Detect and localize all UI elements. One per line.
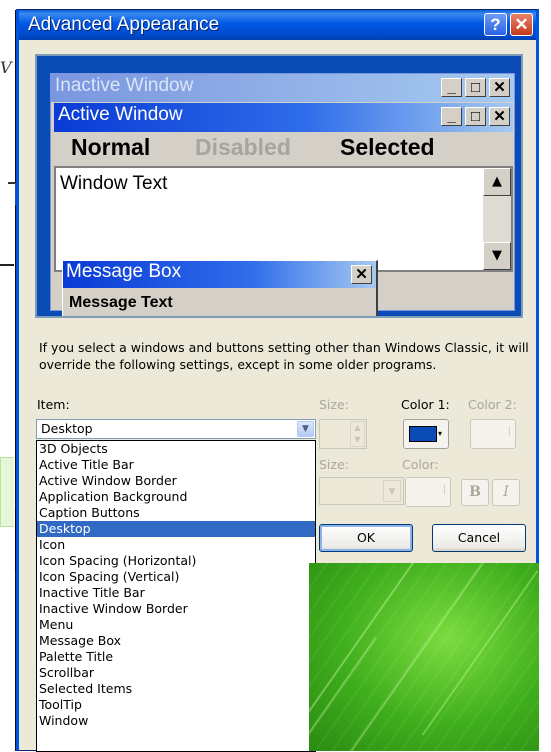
advanced-appearance-dialog: Advanced Appearance ? ✕ Inactive Window … (16, 9, 539, 752)
background-panel (0, 457, 14, 527)
font-color-label: Color: (402, 457, 439, 472)
spinner-arrows-icon[interactable]: ▲ ▼ (350, 421, 365, 447)
scroll-up-icon[interactable]: ▲ (483, 168, 511, 196)
list-item[interactable]: Scrollbar (37, 665, 315, 681)
maximize-icon[interactable]: □ (465, 107, 486, 126)
list-item[interactable]: 3D Objects (37, 441, 315, 457)
font-color-picker[interactable]: | (405, 477, 451, 507)
minimize-icon[interactable]: _ (441, 78, 462, 97)
close-icon[interactable]: ✕ (489, 78, 510, 97)
list-item[interactable]: Message Box (37, 633, 315, 649)
list-item[interactable]: Active Window Border (37, 473, 315, 489)
close-button[interactable]: ✕ (510, 13, 533, 36)
desktop-wallpaper (309, 563, 539, 751)
color2-picker[interactable]: | (470, 419, 516, 449)
list-item[interactable]: Inactive Window Border (37, 601, 315, 617)
preview-inactive-title-bar[interactable]: Inactive Window _ □ ✕ (51, 74, 514, 102)
help-icon: ? (490, 15, 501, 34)
list-item[interactable]: Window (37, 713, 315, 729)
color1-label: Color 1: (401, 397, 450, 412)
appearance-preview[interactable]: Inactive Window _ □ ✕ Active Window _ □ … (35, 54, 523, 318)
preview-window-text-area[interactable]: Window Text ▲ ▼ (54, 166, 513, 272)
preview-inactive-title: Inactive Window (55, 75, 194, 96)
help-button[interactable]: ? (484, 13, 507, 36)
ok-button[interactable]: OK (319, 524, 413, 552)
list-item[interactable]: Icon Spacing (Vertical) (37, 569, 315, 585)
list-item[interactable]: Selected Items (37, 681, 315, 697)
chevron-down-icon: | (442, 484, 446, 495)
list-item[interactable]: Icon (37, 537, 315, 553)
list-item[interactable]: Icon Spacing (Horizontal) (37, 553, 315, 569)
preview-menu-disabled[interactable]: Disabled (195, 134, 291, 161)
list-item[interactable]: Inactive Title Bar (37, 585, 315, 601)
preview-active-title-bar[interactable]: Active Window _ □ ✕ (54, 103, 513, 132)
color1-picker[interactable]: ▾ (403, 419, 449, 449)
bold-button[interactable]: B (461, 479, 489, 506)
item-size-label: Size: (319, 397, 349, 412)
list-item[interactable]: Active Title Bar (37, 457, 315, 473)
preview-menu-bar[interactable]: Normal Disabled Selected (54, 132, 513, 164)
preview-message-box-title-bar[interactable]: Message Box ✕ (63, 261, 376, 288)
list-item[interactable]: Application Background (37, 489, 315, 505)
chevron-down-icon[interactable]: ▼ (383, 480, 401, 502)
preview-message-text: Message Text (69, 294, 173, 311)
cancel-button[interactable]: Cancel (432, 524, 526, 552)
item-dropdown-value: Desktop (41, 421, 93, 436)
preview-window-text: Window Text (60, 173, 168, 194)
chevron-down-icon[interactable]: ▼ (297, 421, 314, 437)
info-text: If you select a windows and buttons sett… (39, 340, 529, 372)
font-size-dropdown[interactable]: ▼ (319, 477, 404, 505)
preview-scrollbar[interactable]: ▲ ▼ (483, 168, 511, 270)
item-dropdown[interactable]: Desktop ▼ (36, 419, 316, 439)
color2-label: Color 2: (468, 397, 517, 412)
font-size-label: Size: (319, 457, 349, 472)
chevron-down-icon: ▾ (438, 429, 443, 438)
close-icon: ✕ (514, 15, 529, 34)
list-item[interactable]: Menu (37, 617, 315, 633)
background-page-fragment: V (0, 58, 12, 77)
item-dropdown-list[interactable]: 3D Objects Active Title Bar Active Window … (36, 440, 316, 752)
preview-menu-normal[interactable]: Normal (71, 134, 150, 161)
maximize-icon[interactable]: □ (465, 78, 486, 97)
color1-swatch (409, 426, 437, 442)
close-icon[interactable]: ✕ (351, 265, 372, 284)
chevron-down-icon: | (507, 426, 511, 437)
dialog-title: Advanced Appearance (28, 14, 220, 35)
italic-button[interactable]: I (492, 479, 520, 506)
preview-active-title: Active Window (58, 104, 183, 125)
item-size-spinner[interactable]: ▲ ▼ (319, 419, 367, 449)
preview-message-box-title: Message Box (66, 261, 182, 282)
preview-menu-selected[interactable]: Selected (340, 134, 435, 161)
dialog-title-bar[interactable]: Advanced Appearance ? ✕ (19, 10, 536, 40)
list-item[interactable]: ToolTip (37, 697, 315, 713)
item-label: Item: (37, 397, 70, 412)
list-item[interactable]: Caption Buttons (37, 505, 315, 521)
preview-message-box[interactable]: Message Box ✕ Message Text OK (62, 260, 378, 316)
background-divider (0, 264, 14, 266)
list-item[interactable]: Palette Title (37, 649, 315, 665)
list-item[interactable]: Desktop (37, 521, 315, 537)
minimize-icon[interactable]: _ (441, 107, 462, 126)
scroll-down-icon[interactable]: ▼ (483, 242, 511, 270)
close-icon[interactable]: ✕ (489, 107, 510, 126)
